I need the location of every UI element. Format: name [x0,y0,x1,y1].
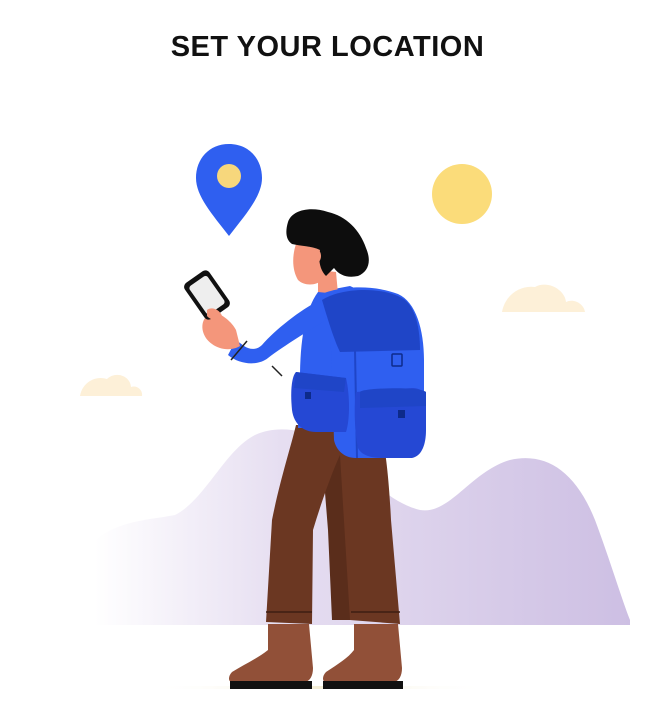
cloud-icon [502,284,585,312]
location-illustration [80,144,630,689]
shoe-right [323,624,403,689]
map-pin-icon [196,144,262,236]
sun-icon [432,164,492,224]
location-setup-screen: SET YOUR LOCATION [0,0,655,710]
ground-line [150,686,490,689]
cloud-icon [80,374,143,396]
shoe-left [229,624,313,689]
